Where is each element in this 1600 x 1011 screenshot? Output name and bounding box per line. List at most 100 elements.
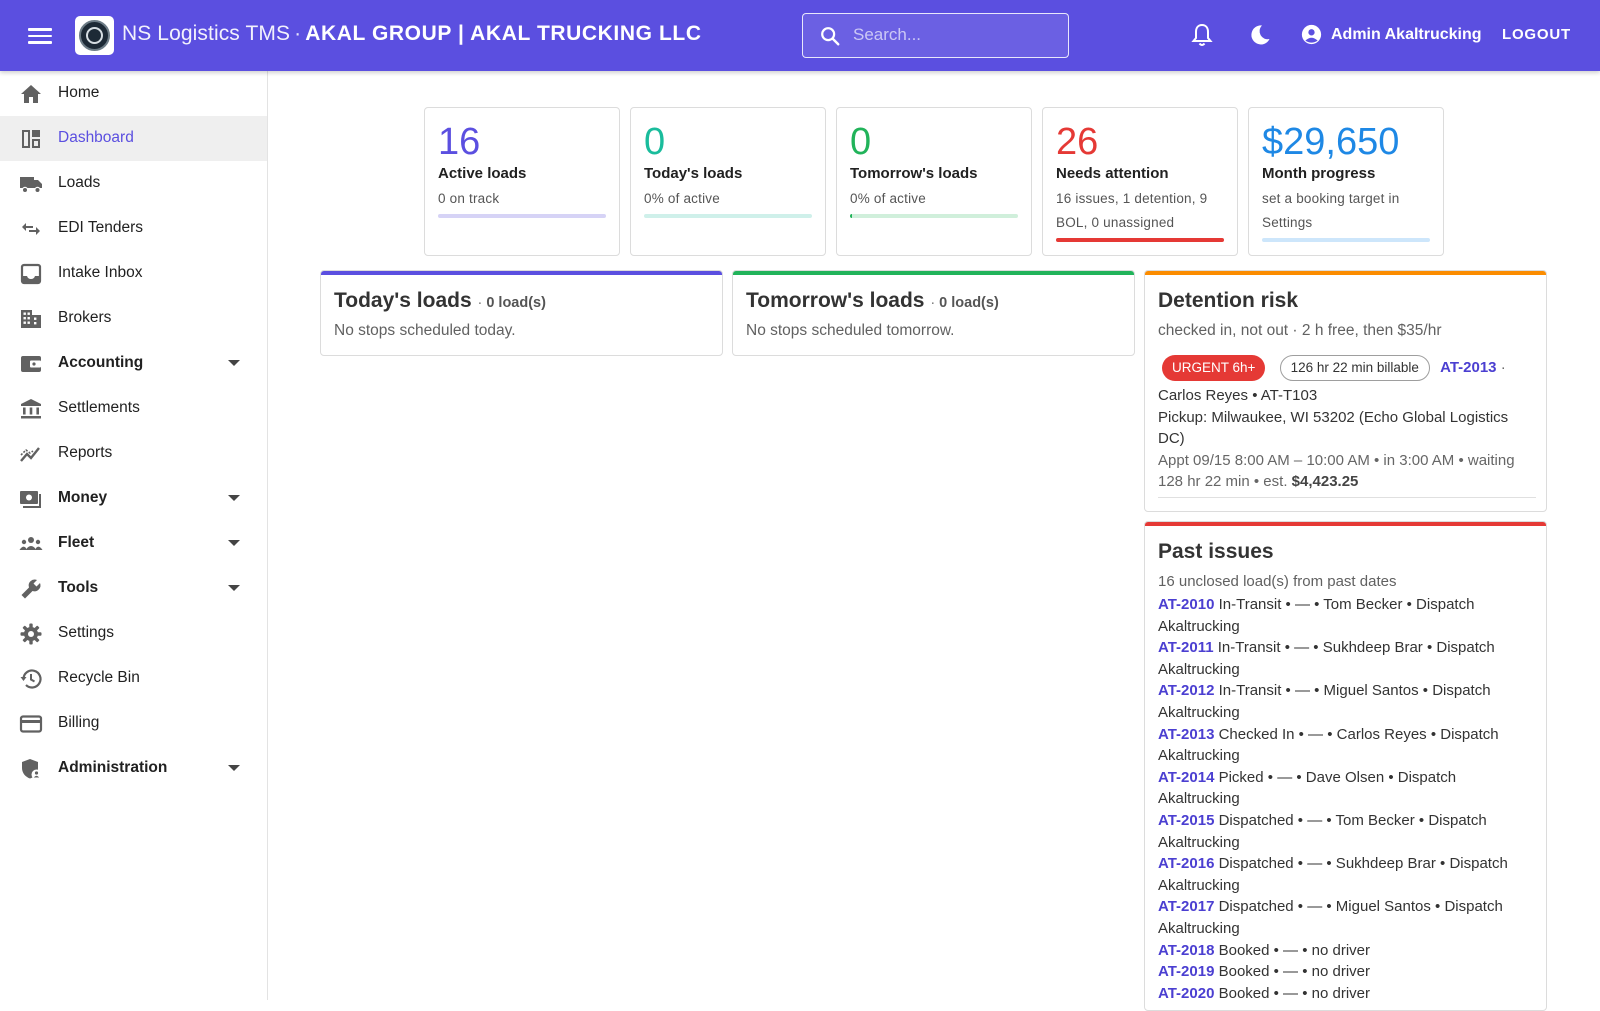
user-menu[interactable]: Admin Akaltrucking xyxy=(1301,24,1482,45)
load-link[interactable]: AT-2010 xyxy=(1158,596,1214,613)
sidebar-item-label: Home xyxy=(58,84,100,101)
sidebar-item-dashboard[interactable]: Dashboard xyxy=(0,116,267,161)
home-icon xyxy=(21,85,41,103)
list-item: AT-2013 Checked In • — • Carlos Reyes • … xyxy=(1158,724,1534,767)
history-icon xyxy=(20,669,42,689)
stat-progress-bar xyxy=(1056,238,1224,242)
inbox-icon xyxy=(20,263,42,285)
todays-loads-panel: Today's loads · 0 load(s) No stops schedu… xyxy=(320,270,723,356)
stat-progress-bar xyxy=(644,214,812,218)
load-link[interactable]: AT-2018 xyxy=(1158,942,1214,959)
sidebar-item-intake-inbox[interactable]: Intake Inbox xyxy=(0,251,267,296)
stat-card-month-progress[interactable]: $29,650 Month progress set a booking tar… xyxy=(1248,107,1444,256)
past-issues-list: AT-2010 In-Transit • — • Tom Becker • Di… xyxy=(1158,594,1534,1004)
stat-progress-fill xyxy=(1262,238,1430,242)
sidebar-item-label: Brokers xyxy=(58,309,112,326)
divider xyxy=(1158,497,1536,498)
load-link[interactable]: AT-2015 xyxy=(1158,812,1214,829)
company-name: AKAL GROUP | AKAL TRUCKING LLC xyxy=(305,22,702,45)
app-header: NS Logistics TMS · AKAL GROUP | AKAL TRUCK… xyxy=(0,0,1600,71)
issue-text: Booked • — • no driver xyxy=(1218,963,1370,981)
load-link[interactable]: AT-2020 xyxy=(1158,985,1214,1002)
search-input[interactable] xyxy=(853,14,1053,56)
list-item: AT-2017 Dispatched • — • Miguel Santos •… xyxy=(1158,896,1534,939)
list-item: AT-2019 Booked • — • no driver xyxy=(1158,961,1534,983)
stat-label: Today's loads xyxy=(644,165,743,182)
app-name: NS Logistics TMS xyxy=(122,22,291,45)
sidebar-item-label: Loads xyxy=(58,174,101,191)
load-suffix: · xyxy=(1500,359,1506,376)
user-name: Admin Akaltrucking xyxy=(1331,25,1482,43)
sidebar-item-brokers[interactable]: Brokers xyxy=(0,296,267,341)
load-link[interactable]: AT-2019 xyxy=(1158,963,1214,980)
sidebar-item-accounting[interactable]: Accounting xyxy=(0,341,267,386)
sidebar-item-edi-tenders[interactable]: EDI Tenders xyxy=(0,206,267,251)
list-item: AT-2012 In-Transit • — • Miguel Santos •… xyxy=(1158,680,1534,723)
building-icon xyxy=(21,310,41,328)
sidebar-item-administration[interactable]: Administration xyxy=(0,746,267,791)
stat-card-needs-attention[interactable]: 26 Needs attention 16 issues, 1 detentio… xyxy=(1042,107,1238,256)
load-link[interactable]: AT-2011 xyxy=(1158,639,1214,656)
stat-label: Needs attention xyxy=(1056,165,1169,182)
sidebar-item-label: Dashboard xyxy=(58,129,134,146)
load-link[interactable]: AT-2017 xyxy=(1158,898,1214,915)
dark-mode-moon-icon[interactable] xyxy=(1248,22,1272,48)
sidebar-item-label: Administration xyxy=(58,759,168,776)
urgent-badge: URGENT 6h+ xyxy=(1162,355,1266,381)
title-separator: · xyxy=(930,295,936,311)
stat-card-tomorrows-loads[interactable]: 0 Tomorrow's loads 0% of active xyxy=(836,107,1032,256)
stat-card-active-loads[interactable]: 16 Active loads 0 on track xyxy=(424,107,620,256)
notifications-bell-icon[interactable] xyxy=(1190,22,1214,48)
truck-icon xyxy=(20,177,42,194)
empty-state-text: No stops scheduled tomorrow. xyxy=(746,322,955,339)
sidebar-item-billing[interactable]: Billing xyxy=(0,701,267,746)
stat-card-todays-loads[interactable]: 0 Today's loads 0% of active xyxy=(630,107,826,256)
sidebar-item-label: Accounting xyxy=(58,354,144,371)
issue-text: Booked • — • no driver xyxy=(1218,984,1370,1002)
load-link[interactable]: AT-2016 xyxy=(1158,855,1214,872)
load-link[interactable]: AT-2013 xyxy=(1440,359,1496,376)
sidebar-item-home[interactable]: Home xyxy=(0,71,267,116)
stat-subtext: 0 on track xyxy=(438,191,500,206)
tomorrows-loads-panel: Tomorrow's loads · 0 load(s) No stops sch… xyxy=(732,270,1135,356)
load-link[interactable]: AT-2012 xyxy=(1158,682,1214,699)
sidebar-item-reports[interactable]: Reports xyxy=(0,431,267,476)
list-item: AT-2018 Booked • — • no driver xyxy=(1158,940,1534,962)
stat-label: Tomorrow's loads xyxy=(850,165,978,182)
sidebar-item-settlements[interactable]: Settlements xyxy=(0,386,267,431)
load-link[interactable]: AT-2013 xyxy=(1158,726,1214,743)
panel-accent-line xyxy=(1145,271,1546,275)
panel-title: Tomorrow's loads · 0 load(s) xyxy=(746,289,999,313)
stat-subtext: 0% of active xyxy=(850,191,926,206)
menu-icon[interactable] xyxy=(28,24,52,46)
panel-title: Today's loads · 0 load(s) xyxy=(334,289,546,313)
driver-line: Carlos Reyes • AT-T103 xyxy=(1158,387,1318,404)
panel-subtitle: 16 unclosed load(s) from past dates xyxy=(1158,573,1397,590)
sidebar-item-label: Recycle Bin xyxy=(58,669,140,686)
sidebar-item-loads[interactable]: Loads xyxy=(0,161,267,206)
stat-progress-bar xyxy=(438,214,606,218)
search-box[interactable] xyxy=(802,13,1069,58)
logout-button[interactable]: LOGOUT xyxy=(1502,26,1571,43)
sidebar-item-label: Billing xyxy=(58,714,100,731)
sidebar-item-label: Settlements xyxy=(58,399,140,416)
dashboard-icon xyxy=(22,130,40,148)
sidebar-item-money[interactable]: Money xyxy=(0,476,267,521)
sidebar-item-fleet[interactable]: Fleet xyxy=(0,521,267,566)
load-link[interactable]: AT-2014 xyxy=(1158,769,1214,786)
sidebar-item-label: Money xyxy=(58,489,108,506)
wrench-icon xyxy=(21,579,41,599)
bank-icon xyxy=(21,399,41,419)
chevron-down-icon xyxy=(228,495,240,501)
sidebar-item-label: Fleet xyxy=(58,534,95,551)
list-item: AT-2015 Dispatched • — • Tom Becker • Di… xyxy=(1158,810,1534,853)
sidebar-item-label: Tools xyxy=(58,579,99,596)
sidebar-item-tools[interactable]: Tools xyxy=(0,566,267,611)
sidebar-item-settings[interactable]: Settings xyxy=(0,611,267,656)
sidebar-item-recycle-bin[interactable]: Recycle Bin xyxy=(0,656,267,701)
load-count: 0 load(s) xyxy=(486,295,546,311)
people-icon xyxy=(19,537,43,550)
panel-title-text: Today's loads xyxy=(334,289,472,312)
stat-progress-bar xyxy=(850,214,1018,218)
issue-text: Booked • — • no driver xyxy=(1218,941,1370,959)
